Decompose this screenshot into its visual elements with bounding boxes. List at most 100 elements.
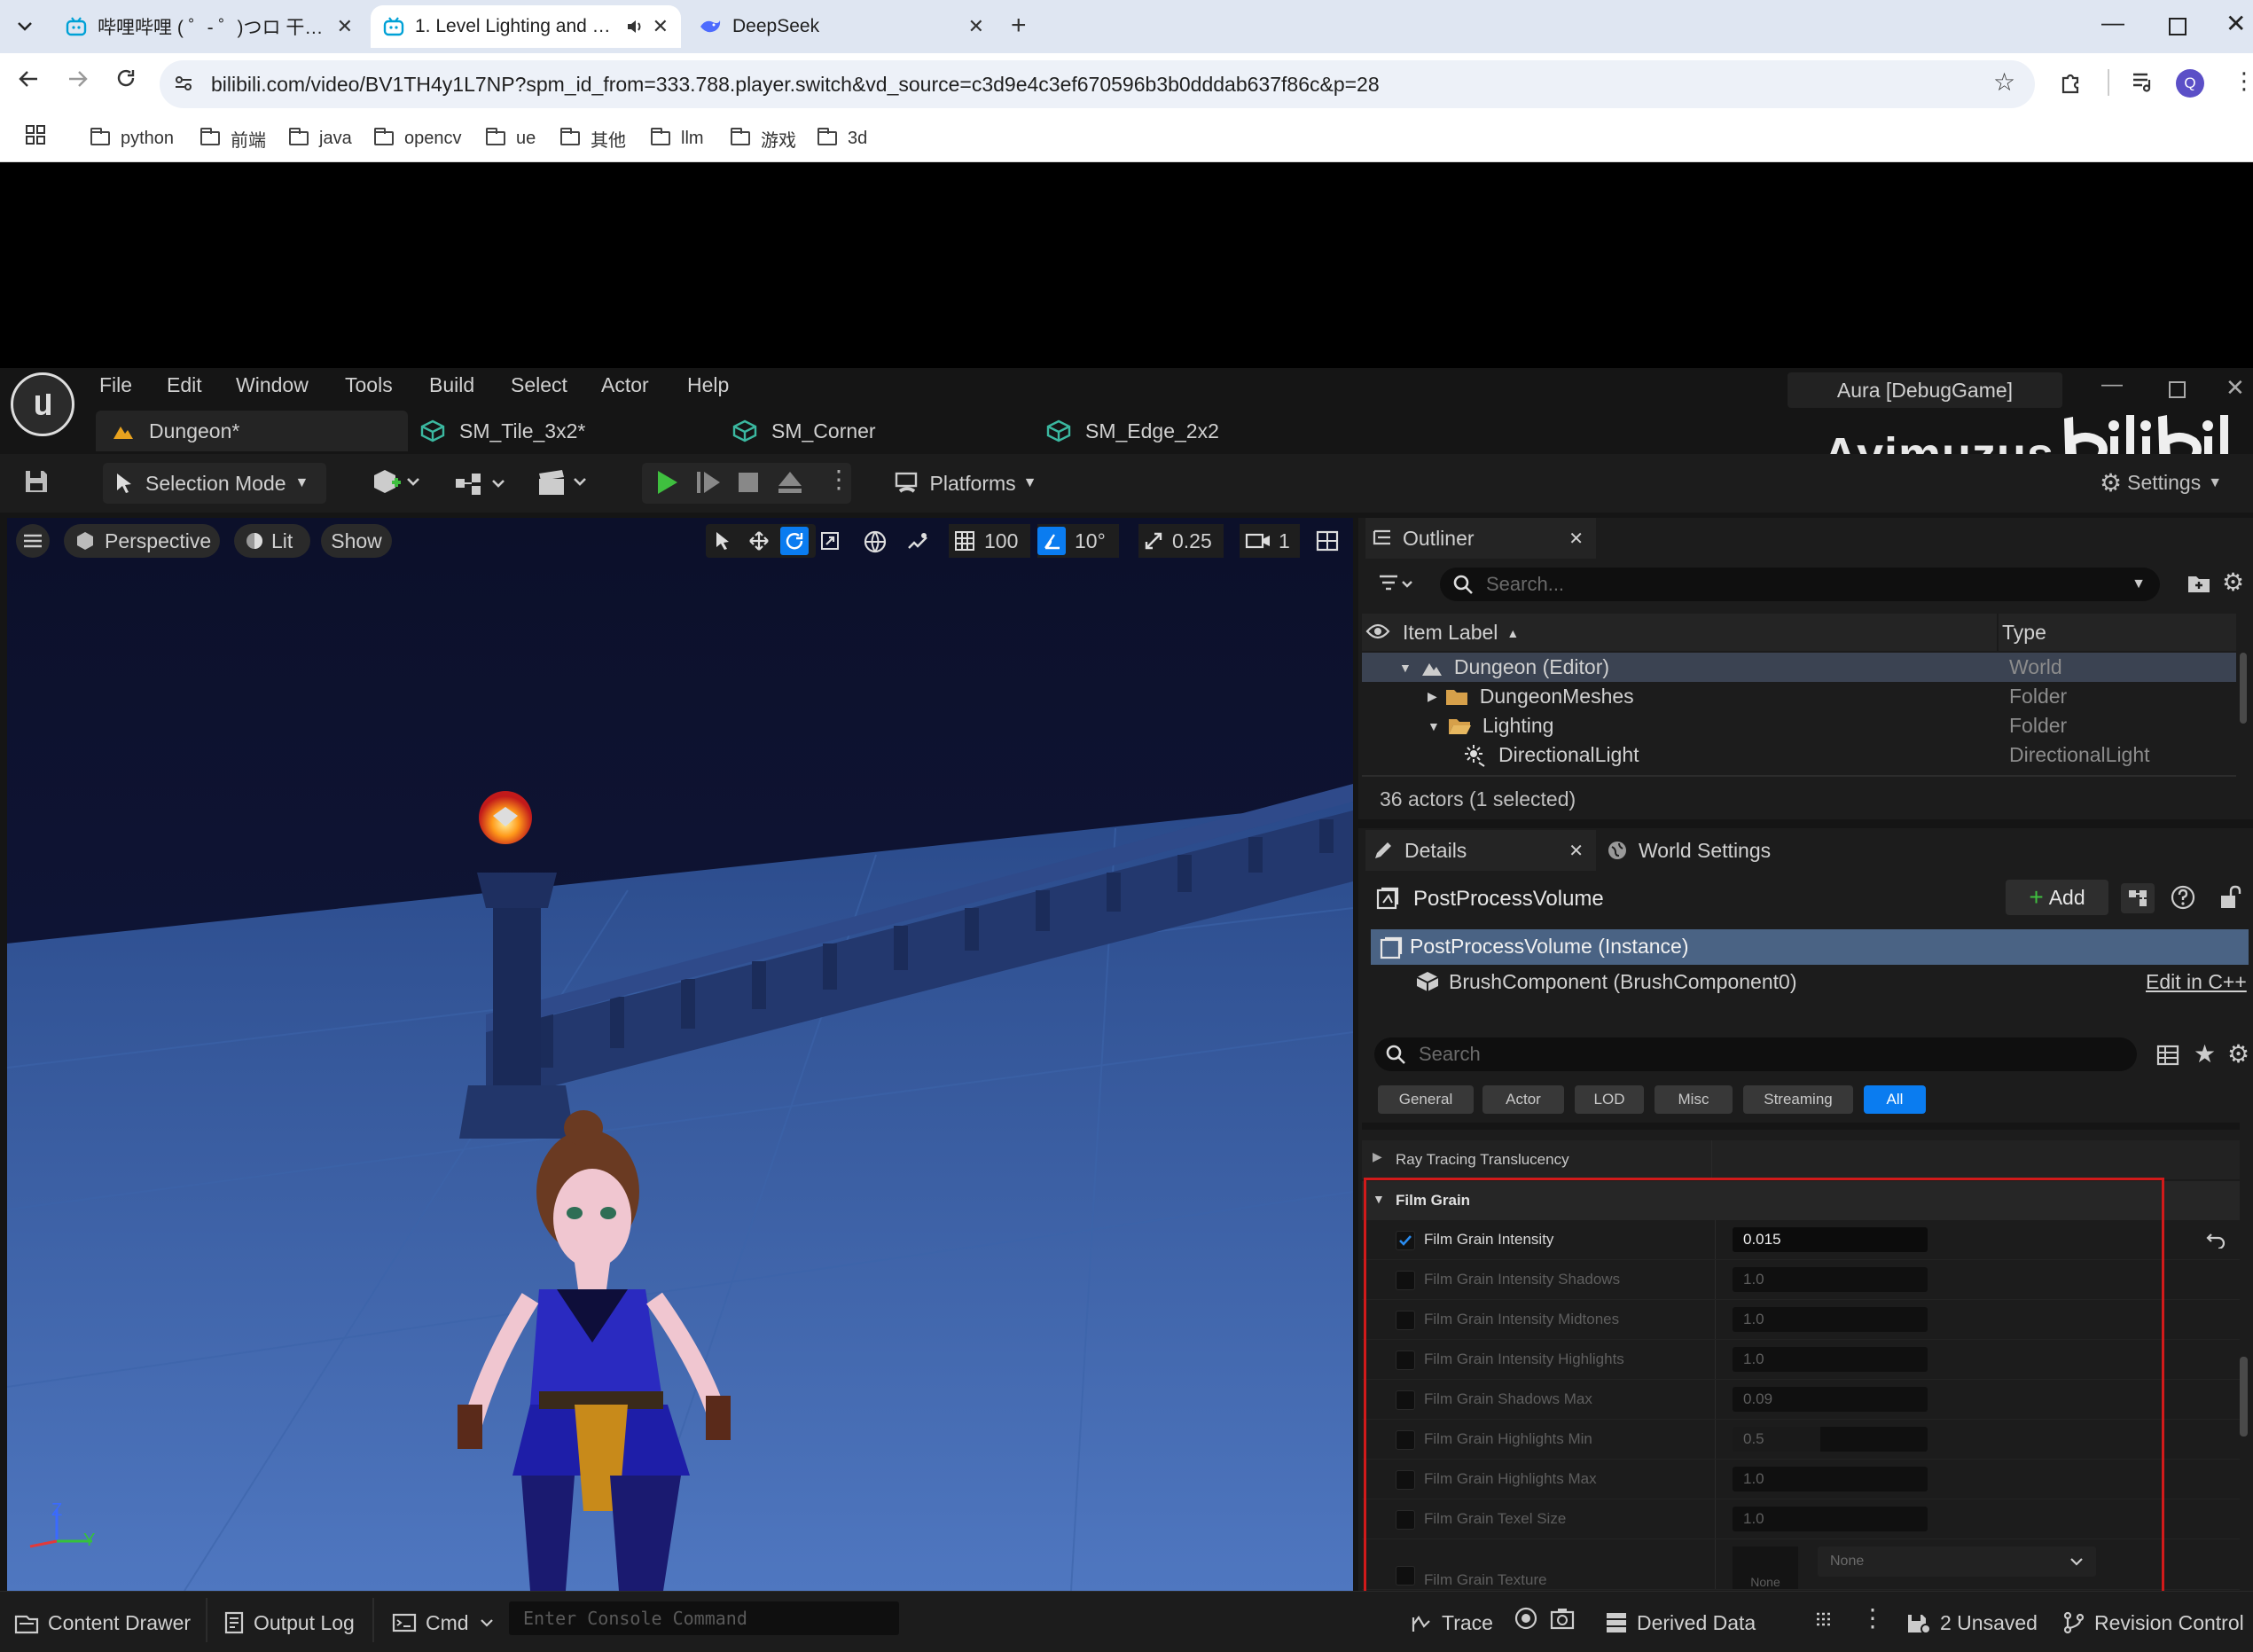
outliner-settings-gear-icon[interactable]: ⚙ [2222, 568, 2244, 597]
bookmark-folder[interactable]: 其他 [560, 122, 626, 154]
filter-general[interactable]: General [1378, 1085, 1474, 1114]
rotation-snap-toggle[interactable]: 10° [1037, 524, 1119, 558]
menu-tools[interactable]: Tools [345, 373, 393, 397]
close-tab-icon[interactable]: ✕ [653, 15, 669, 38]
bookmark-folder[interactable]: ue [486, 122, 536, 154]
browser-tab-bilibili[interactable]: 哔哩哔哩 ( ゜- ゜)つロ 干杯~-bi ✕ [53, 5, 365, 48]
expand-arrow-icon[interactable]: ▶ [1428, 689, 1437, 704]
selection-mode-button[interactable]: Selection Mode ▼ [103, 463, 326, 504]
scale-snap-value[interactable]: 0.25 [1172, 529, 1212, 553]
show-flags-button[interactable]: Show [321, 524, 392, 558]
select-tool-icon[interactable] [713, 530, 732, 552]
apps-grid-icon[interactable] [25, 124, 46, 145]
editor-restore-button[interactable] [2169, 381, 2186, 398]
lock-icon[interactable] [2218, 885, 2241, 910]
grid-snap-toggle[interactable]: 100 [949, 524, 1030, 558]
favorites-star-icon[interactable]: ★ [2194, 1039, 2216, 1069]
play-icon[interactable] [653, 468, 681, 497]
browser-menu-icon[interactable]: ⋮ [2233, 67, 2253, 95]
browser-tab-video[interactable]: 1. Level Lighting and Post ✕ [371, 5, 681, 48]
item-label-column-header[interactable]: Item Label ▲ [1403, 621, 1519, 645]
speaker-icon[interactable] [626, 19, 644, 35]
save-icon[interactable] [23, 468, 50, 495]
bookmark-folder[interactable]: 前端 [200, 122, 266, 154]
bookmark-folder[interactable]: python [90, 122, 174, 154]
surface-snapping-icon[interactable] [906, 530, 929, 553]
doc-tab-sm-corner[interactable]: SM_Corner [732, 413, 876, 449]
revision-control-button[interactable]: Revision Control [2062, 1605, 2244, 1640]
extensions-icon[interactable] [2060, 71, 2083, 94]
outliner-row-actor[interactable]: DirectionalLight DirectionalLight [1362, 740, 2236, 770]
viewport-layout-icon[interactable] [1316, 530, 1339, 552]
doc-tab-dungeon[interactable]: Dungeon* [96, 411, 408, 451]
details-scrollbar[interactable] [2240, 1357, 2248, 1437]
outliner-row-world[interactable]: ▼ Dungeon (Editor) World [1362, 653, 2236, 682]
unreal-logo-icon[interactable] [11, 372, 74, 436]
add-actor-icon[interactable] [372, 468, 420, 497]
type-column-header[interactable]: Type [2002, 621, 2046, 645]
platforms-button[interactable]: Platforms ▼ [883, 463, 1048, 504]
outliner-search-input[interactable]: Search... ▼ [1440, 568, 2160, 601]
status-more-icon[interactable]: ⋮ [1860, 1603, 1885, 1632]
profile-avatar[interactable]: Q [2176, 69, 2204, 98]
close-panel-icon[interactable]: ✕ [1568, 528, 1584, 550]
source-control-icon[interactable] [1814, 1609, 1835, 1630]
derived-data-button[interactable]: Derived Data [1605, 1605, 1756, 1640]
grid-snap-value[interactable]: 100 [984, 529, 1018, 553]
expand-arrow-icon[interactable]: ▼ [1428, 719, 1440, 733]
component-instance-label[interactable]: PostProcessVolume (Instance) [1410, 935, 1688, 959]
filter-all[interactable]: All [1864, 1085, 1926, 1114]
content-drawer-button[interactable]: Content Drawer [14, 1605, 191, 1640]
back-icon[interactable] [18, 69, 39, 89]
rotation-snap-value[interactable]: 10° [1075, 529, 1106, 553]
expand-arrow-icon[interactable]: ▶ [1373, 1149, 1382, 1164]
scale-tool-icon[interactable] [819, 530, 841, 552]
unsaved-button[interactable]: 2 Unsaved [1906, 1605, 2038, 1640]
record-icon[interactable] [1514, 1607, 1537, 1630]
rotate-tool-icon[interactable] [780, 527, 809, 555]
filter-icon[interactable] [1378, 573, 1415, 594]
forward-icon[interactable] [67, 69, 89, 89]
stop-icon[interactable] [738, 472, 759, 493]
trace-button[interactable]: Trace [1410, 1605, 1493, 1640]
camera-speed-button[interactable]: 1 [1240, 524, 1300, 558]
property-matrix-icon[interactable] [2156, 1045, 2179, 1066]
cmd-dropdown[interactable]: Cmd [392, 1605, 494, 1640]
filter-streaming[interactable]: Streaming [1743, 1085, 1853, 1114]
close-tab-icon[interactable]: ✕ [337, 15, 353, 38]
details-search-input[interactable]: Search [1374, 1037, 2137, 1071]
outliner-row-folder[interactable]: ▼ Lighting Folder [1362, 711, 2236, 740]
new-tab-button[interactable]: + [1011, 11, 1027, 41]
close-window-button[interactable]: ✕ [2226, 9, 2246, 38]
media-control-icon[interactable] [2132, 71, 2155, 92]
world-space-icon[interactable] [864, 530, 887, 553]
outliner-row-folder[interactable]: ▶ DungeonMeshes Folder [1362, 682, 2236, 711]
maximize-window-button[interactable] [2169, 18, 2187, 35]
cinematics-icon[interactable] [536, 468, 589, 497]
edit-in-cpp-link[interactable]: Edit in C++ [2146, 970, 2247, 994]
url-text[interactable]: bilibili.com/video/BV1TH4y1L7NP?spm_id_f… [211, 73, 1380, 97]
console-command-input[interactable]: Enter Console Command [509, 1601, 899, 1635]
bookmark-folder[interactable]: llm [651, 122, 704, 154]
view-mode-lit-button[interactable]: Lit [234, 524, 310, 558]
bookmark-folder[interactable]: 3d [817, 122, 867, 154]
minimize-window-button[interactable]: — [2101, 9, 2124, 36]
bookmark-folder[interactable]: opencv [374, 122, 462, 154]
filter-lod[interactable]: LOD [1575, 1085, 1644, 1114]
menu-window[interactable]: Window [236, 373, 309, 397]
details-tab[interactable]: Details ✕ [1365, 830, 1596, 871]
close-tab-icon[interactable]: ✕ [968, 15, 984, 38]
bookmark-folder[interactable]: java [289, 122, 352, 154]
output-log-button[interactable]: Output Log [223, 1605, 355, 1640]
advance-frame-icon[interactable] [695, 470, 722, 495]
menu-help[interactable]: Help [687, 373, 729, 397]
world-settings-tab[interactable]: World Settings [1607, 830, 1771, 871]
expand-arrow-icon[interactable]: ▼ [1399, 661, 1412, 675]
settings-button[interactable]: ⚙ Settings ▼ [2100, 468, 2222, 497]
close-panel-icon[interactable]: ✕ [1568, 840, 1584, 862]
bookmark-star-icon[interactable]: ☆ [1993, 67, 2015, 97]
screenshot-icon[interactable] [1550, 1607, 1575, 1630]
site-info-icon[interactable] [174, 74, 193, 92]
add-folder-icon[interactable] [2187, 573, 2211, 594]
filter-actor[interactable]: Actor [1482, 1085, 1564, 1114]
